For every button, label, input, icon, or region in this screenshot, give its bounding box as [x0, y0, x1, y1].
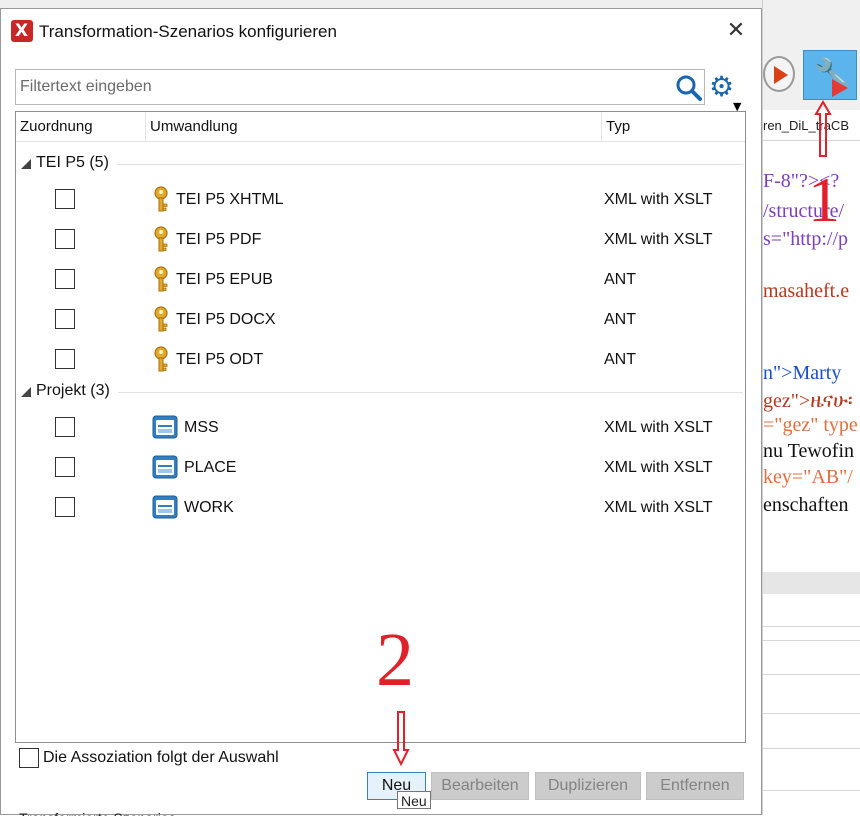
- table-row[interactable]: TEI P5 DOCX ANT: [16, 300, 745, 340]
- table-row[interactable]: TEI P5 XHTML XML with XSLT: [16, 180, 745, 220]
- code-line: nu Tewofin: [763, 440, 854, 462]
- code-line: gez">ዜናሁ፡: [763, 390, 853, 412]
- column-header-umwandlung[interactable]: Umwandlung: [146, 112, 602, 142]
- scenario-type: ANT: [604, 311, 636, 328]
- bottom-section-label: Transformierte Szenarios: [19, 810, 176, 816]
- remove-button[interactable]: Entfernen: [646, 772, 744, 800]
- editor-pane: 🔧 ren_DiL_traCB F-8"?><?/structure/s="ht…: [762, 0, 860, 815]
- play-icon: [832, 79, 848, 97]
- panel-rule-2: [763, 640, 860, 641]
- table-header: Zuordnung Umwandlung Typ: [16, 112, 745, 142]
- new-button-tooltip: Neu: [397, 791, 431, 809]
- project-icon: [152, 495, 178, 519]
- group-divider: [117, 164, 743, 165]
- group-header[interactable]: Projekt (3): [16, 380, 745, 404]
- scenario-name: TEI P5 DOCX: [176, 311, 276, 328]
- annotation-number-2: 2: [376, 618, 414, 702]
- scenario-type: ANT: [604, 351, 636, 368]
- table-row[interactable]: TEI P5 ODT ANT: [16, 340, 745, 380]
- association-row-checkbox[interactable]: [55, 349, 75, 369]
- code-line: ="gez" type: [763, 414, 858, 436]
- oxygen-app-icon: [11, 20, 33, 42]
- group-header[interactable]: TEI P5 (5): [16, 152, 745, 176]
- association-label: Die Assoziation folgt der Auswahl: [43, 749, 279, 766]
- filter-input[interactable]: [20, 74, 660, 100]
- key-icon: [154, 306, 168, 332]
- code-line: n">Marty: [763, 362, 842, 384]
- association-row-checkbox[interactable]: [55, 229, 75, 249]
- project-icon: [152, 455, 178, 479]
- dialog-title: Transformation-Szenarios konfigurieren: [39, 22, 337, 41]
- table-row[interactable]: TEI P5 EPUB ANT: [16, 260, 745, 300]
- annotation-arrow-up-icon: [814, 100, 832, 157]
- table-row[interactable]: TEI P5 PDF XML with XSLT: [16, 220, 745, 260]
- key-icon: [154, 186, 168, 212]
- scenario-type: XML with XSLT: [604, 191, 713, 208]
- annotation-number-1: 1: [808, 164, 840, 235]
- scenario-name: PLACE: [184, 459, 237, 476]
- dialog-title-bar[interactable]: Transformation-Szenarios konfigurieren ✕: [1, 9, 761, 53]
- code-line: key="AB"/: [763, 466, 853, 488]
- association-row-checkbox[interactable]: [55, 417, 75, 437]
- apply-transformation-button[interactable]: [763, 56, 795, 92]
- edit-button[interactable]: Bearbeiten: [431, 772, 529, 800]
- group-label: TEI P5 (5): [36, 154, 109, 171]
- key-icon: [154, 226, 168, 252]
- scrollbar-track[interactable]: [763, 572, 860, 594]
- code-line: enschaften: [763, 494, 849, 516]
- scenario-name: TEI P5 XHTML: [176, 191, 284, 208]
- table-row[interactable]: WORK XML with XSLT: [16, 488, 745, 528]
- annotation-arrow-down-icon: [392, 711, 410, 766]
- scenario-type: XML with XSLT: [604, 419, 713, 436]
- table-row[interactable]: MSS XML with XSLT: [16, 408, 745, 448]
- filter-box: [15, 69, 705, 105]
- association-row-checkbox[interactable]: [55, 457, 75, 477]
- scenario-type: ANT: [604, 271, 636, 288]
- scenario-type: XML with XSLT: [604, 231, 713, 248]
- search-icon[interactable]: [674, 74, 704, 102]
- scenario-name: TEI P5 ODT: [176, 351, 264, 368]
- key-icon: [154, 346, 168, 372]
- project-icon: [152, 415, 178, 439]
- column-header-typ[interactable]: Typ: [602, 112, 745, 142]
- association-row-checkbox[interactable]: [55, 497, 75, 517]
- scenario-name: MSS: [184, 419, 219, 436]
- association-row-checkbox[interactable]: [55, 189, 75, 209]
- panel-rule-6: [763, 790, 860, 791]
- scenario-name: WORK: [184, 499, 234, 516]
- scenario-type: XML with XSLT: [604, 499, 713, 516]
- scenario-type: XML with XSLT: [604, 459, 713, 476]
- configure-transformation-button[interactable]: 🔧: [803, 50, 857, 100]
- main-toolbar-strip: [0, 0, 860, 8]
- table-row[interactable]: PLACE XML with XSLT: [16, 448, 745, 488]
- editor-tab-label[interactable]: ren_DiL_traCB: [763, 118, 860, 138]
- association-checkbox[interactable]: [19, 748, 39, 768]
- group-label: Projekt (3): [36, 382, 110, 399]
- group-divider: [118, 392, 743, 393]
- duplicate-button[interactable]: Duplizieren: [535, 772, 641, 800]
- association-row-checkbox[interactable]: [55, 269, 75, 289]
- editor-toolbar: 🔧: [763, 0, 860, 110]
- settings-gear-button[interactable]: ⚙ ▼: [709, 70, 745, 114]
- gear-icon: ⚙: [709, 70, 735, 103]
- panel-rule-3: [763, 674, 860, 675]
- code-line: masaheft.e: [763, 280, 850, 302]
- panel-rule-1: [763, 626, 860, 627]
- panel-rule-5: [763, 748, 860, 749]
- panel-rule-4: [763, 713, 860, 714]
- scenario-name: TEI P5 PDF: [176, 231, 262, 248]
- tab-divider: [763, 140, 860, 141]
- association-row-checkbox[interactable]: [55, 309, 75, 329]
- key-icon: [154, 266, 168, 292]
- scenario-name: TEI P5 EPUB: [176, 271, 273, 288]
- close-button[interactable]: ✕: [721, 17, 751, 45]
- column-header-zuordnung[interactable]: Zuordnung: [16, 112, 146, 142]
